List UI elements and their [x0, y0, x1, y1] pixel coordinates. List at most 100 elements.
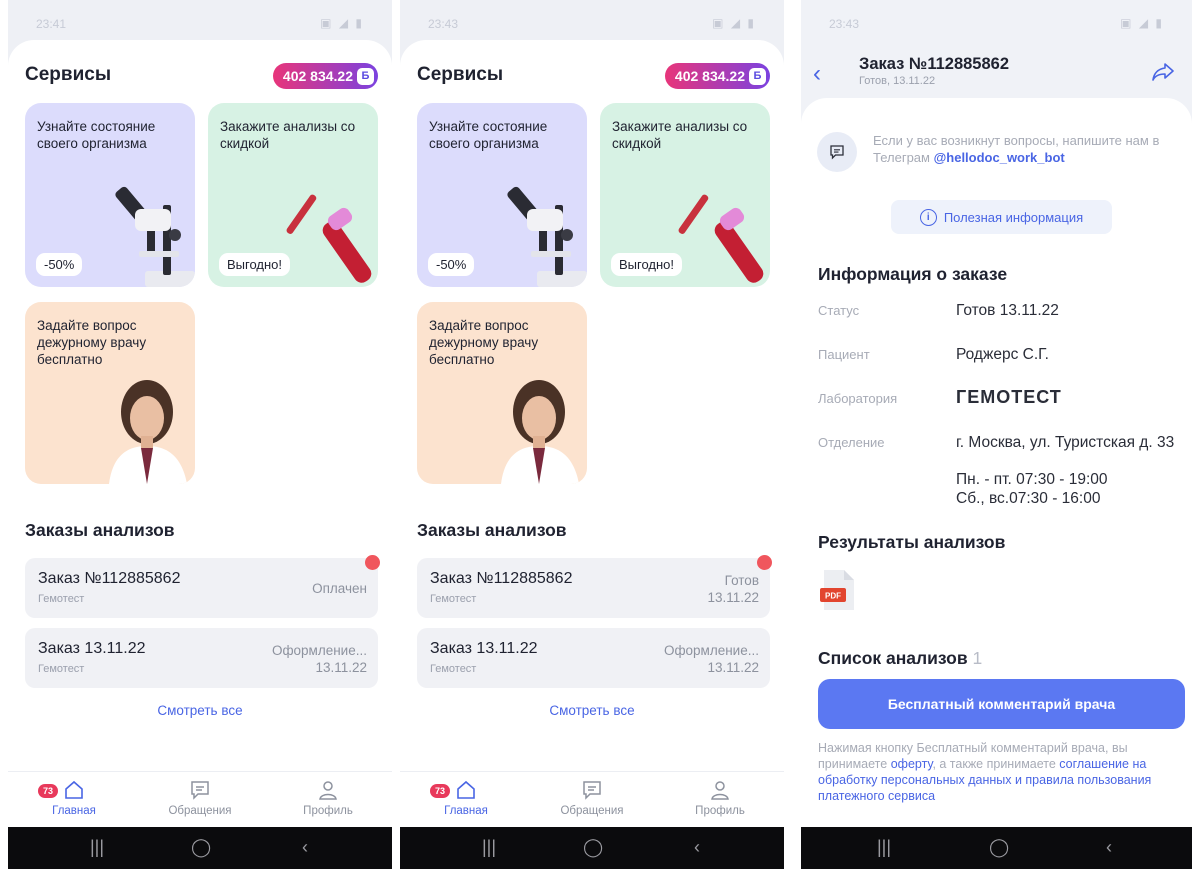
- tab-label: Профиль: [303, 805, 353, 817]
- pdf-file-icon[interactable]: PDF: [820, 568, 856, 612]
- doctor-comment-button[interactable]: Бесплатный комментарий врача: [818, 679, 1185, 729]
- tab-profile[interactable]: Профиль: [278, 778, 378, 817]
- card-text: Задайте вопрос дежурному врачу бесплатно: [37, 318, 147, 367]
- order-status: Оформление... 13.11.22: [664, 642, 759, 676]
- card-order-tests[interactable]: Закажите анализы со скидкой Выгодно!: [600, 103, 770, 287]
- info-value: г. Москва, ул. Туристская д. 33: [956, 434, 1175, 451]
- hours-weekdays: Пн. - пт. 07:30 - 19:00: [956, 471, 1108, 488]
- profit-tag: Выгодно!: [611, 253, 683, 276]
- order-status-date: 13.11.22: [315, 660, 367, 675]
- test-tube-icon: [286, 194, 372, 283]
- home-icon: [65, 780, 83, 799]
- see-all-link[interactable]: Смотреть все: [400, 703, 784, 718]
- message-icon: [817, 132, 857, 172]
- offer-link[interactable]: оферту: [891, 757, 933, 771]
- tests-count: 1: [972, 648, 983, 668]
- order-status-text: Готов: [724, 573, 759, 588]
- order-status: Оплачен: [312, 581, 367, 596]
- notification-badge: 73: [430, 784, 451, 798]
- useful-info-label: Полезная информация: [943, 209, 1084, 225]
- order-status: Готов 13.11.22: [707, 572, 759, 606]
- order-name: Заказ 13.11.22: [38, 640, 146, 657]
- pdf-label: PDF: [825, 592, 841, 601]
- share-icon[interactable]: [1152, 62, 1174, 82]
- status-bar: 23:43 ▣ ◢ ▮: [400, 0, 784, 40]
- order-header: ‹ Заказ №112885862 Готов, 13.11.22: [801, 40, 1192, 100]
- info-icon: i: [919, 208, 937, 226]
- order-detail-body: Если у вас возникнут вопросы, напишите н…: [801, 98, 1192, 827]
- order-title: Заказ №112885862: [859, 55, 1010, 73]
- recent-apps-button[interactable]: |||: [482, 837, 496, 858]
- doctor-photo-icon: [109, 380, 187, 484]
- order-lab: Гемотест: [38, 663, 85, 675]
- order-lab: Гемотест: [38, 593, 85, 605]
- home-nav-button[interactable]: ◯: [191, 837, 211, 858]
- tests-list-label: Список анализов: [818, 648, 968, 668]
- tab-home[interactable]: 73 Главная: [416, 778, 516, 817]
- order-name: Заказ 13.11.22: [430, 640, 538, 657]
- card-body-check[interactable]: Узнайте состояние своего организма -50%: [417, 103, 587, 287]
- tab-bar: 73 Главная Обращения Профиль: [8, 771, 392, 827]
- card-text: Узнайте состояние своего организма: [37, 119, 156, 151]
- useful-info-button[interactable]: i Полезная информация: [891, 200, 1112, 234]
- tab-label: Обращения: [560, 805, 624, 817]
- home-nav-button[interactable]: ◯: [989, 837, 1009, 858]
- order-status-text: Оформление...: [271, 643, 367, 658]
- order-row[interactable]: Заказ 13.11.22 Гемотест Оформление... 13.…: [25, 628, 378, 688]
- card-ask-doctor[interactable]: Задайте вопрос дежурному врачу бесплатно: [25, 302, 195, 484]
- notification-badge: 73: [38, 784, 59, 798]
- back-nav-button[interactable]: ‹: [302, 837, 308, 858]
- tab-appeals[interactable]: Обращения: [542, 778, 642, 817]
- microscope-icon: [115, 186, 195, 287]
- order-row[interactable]: Заказ №112885862 Гемотест Готов 13.11.22: [417, 555, 772, 618]
- system-nav-bar: ||| ◯ ‹: [801, 827, 1192, 869]
- back-arrow-icon[interactable]: ‹: [813, 60, 821, 88]
- back-nav-button[interactable]: ‹: [694, 837, 700, 858]
- status-time: 23:43: [829, 17, 860, 31]
- tab-label: Главная: [444, 805, 488, 817]
- card-ask-doctor[interactable]: Задайте вопрос дежурному врачу бесплатно: [417, 302, 587, 484]
- card-body-check[interactable]: Узнайте состояние своего организма -50%: [25, 103, 195, 287]
- balance-badge[interactable]: 402 834.22 Б: [664, 63, 770, 89]
- status-icons: ▣ ◢ ▮: [1120, 16, 1164, 30]
- order-name: Заказ №112885862: [430, 570, 573, 587]
- order-lab: Гемотест: [430, 593, 477, 605]
- info-value: Готов 13.11.22: [956, 302, 1059, 319]
- microscope-icon: [507, 186, 587, 287]
- orders-title: Заказы анализов: [25, 520, 175, 540]
- tab-label: Обращения: [168, 805, 232, 817]
- status-time: 23:43: [428, 17, 459, 31]
- order-status-text: Оформление...: [663, 643, 759, 658]
- telegram-link[interactable]: @hellodoc_work_bot: [934, 150, 1065, 165]
- user-icon: [319, 781, 337, 800]
- see-all-link[interactable]: Смотреть все: [8, 703, 392, 718]
- recent-apps-button[interactable]: |||: [877, 837, 891, 858]
- back-nav-button[interactable]: ‹: [1106, 837, 1112, 858]
- order-row[interactable]: Заказ №112885862 Гемотест Оплачен: [25, 555, 380, 618]
- tab-label: Главная: [52, 805, 96, 817]
- order-status: Оформление... 13.11.22: [272, 642, 367, 676]
- recent-apps-button[interactable]: |||: [90, 837, 104, 858]
- user-icon: [711, 781, 729, 800]
- balance-badge[interactable]: 402 834.22 Б: [272, 63, 378, 89]
- hours-weekend: Сб., вс.07:30 - 16:00: [956, 490, 1101, 507]
- home-nav-button[interactable]: ◯: [583, 837, 603, 858]
- tab-profile[interactable]: Профиль: [670, 778, 770, 817]
- phone-screen-services-2: 23:43 ▣ ◢ ▮ Сервисы 402 834.22 Б Узнайте с…: [400, 0, 784, 869]
- services-sheet: Сервисы 402 834.22 Б Узнайте состояние св…: [8, 40, 392, 771]
- gemotest-logo: ГЕМОТЕСТ: [956, 387, 1062, 407]
- discount-tag: -50%: [36, 253, 83, 276]
- help-text: Если у вас возникнут вопросы, напишите н…: [873, 132, 1182, 166]
- tab-appeals[interactable]: Обращения: [150, 778, 250, 817]
- order-subtitle: Готов, 13.11.22: [859, 75, 936, 87]
- card-order-tests[interactable]: Закажите анализы со скидкой Выгодно!: [208, 103, 378, 287]
- tab-home[interactable]: 73 Главная: [24, 778, 124, 817]
- status-bar: 23:43 ▣ ◢ ▮: [801, 0, 1192, 40]
- doctor-photo-icon: [501, 380, 579, 484]
- phone-screen-services-1: 23:41 ▣ ◢ ▮ Сервисы 402 834.22 Б Узнайте с…: [8, 0, 392, 869]
- status-icons: ▣ ◢ ▮: [320, 16, 364, 30]
- card-text: Закажите анализы со скидкой: [220, 119, 356, 151]
- tab-label: Профиль: [695, 805, 745, 817]
- order-row[interactable]: Заказ 13.11.22 Гемотест Оформление... 13.…: [417, 628, 770, 688]
- card-text: Задайте вопрос дежурному врачу бесплатно: [429, 318, 539, 367]
